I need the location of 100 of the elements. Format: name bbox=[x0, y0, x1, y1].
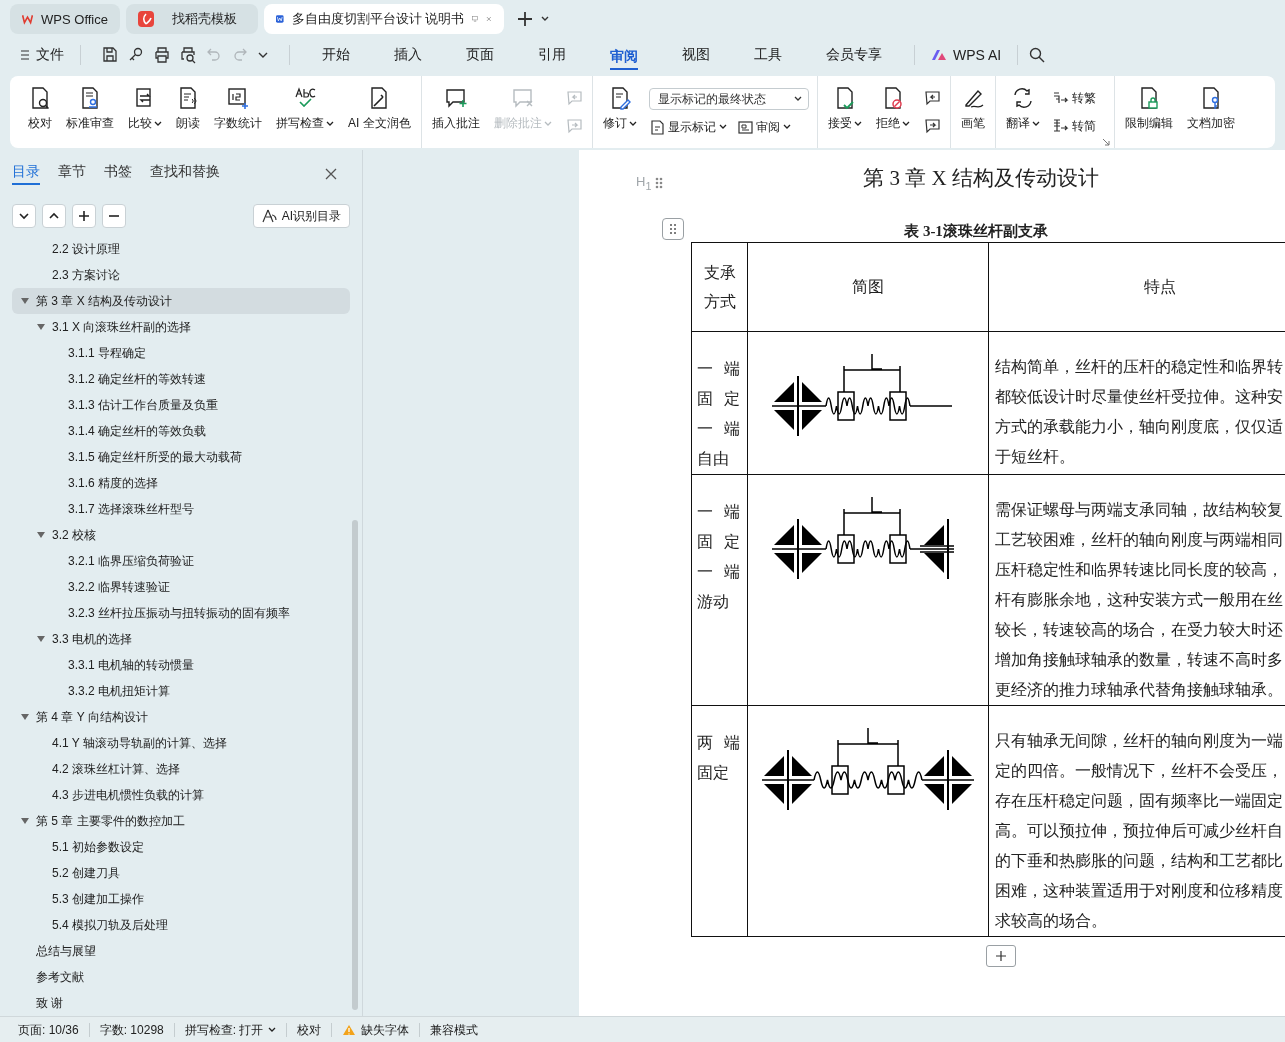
toc-item[interactable]: 3.1.6 精度的选择 bbox=[12, 470, 350, 496]
file-menu[interactable]: 文件 bbox=[14, 46, 70, 64]
toc-item[interactable]: 第 3 章 X 结构及传动设计 bbox=[12, 288, 350, 314]
toc-item[interactable]: 4.1 Y 轴滚动导轨副的计算、选择 bbox=[12, 730, 350, 756]
expanded-triangle-icon[interactable] bbox=[20, 713, 30, 721]
save-icon[interactable] bbox=[101, 46, 119, 64]
ribbon-button[interactable]: 翻译 bbox=[999, 80, 1046, 144]
toc-item[interactable]: 3.1.7 选择滚珠丝杆型号 bbox=[12, 496, 350, 522]
ribbon-button[interactable]: 插入批注 bbox=[425, 80, 486, 144]
ribbon-button[interactable]: 朗读 bbox=[170, 80, 206, 144]
toc-item[interactable]: 3.1.3 估计工作台质量及负重 bbox=[12, 392, 350, 418]
ribbon-button[interactable]: 拼写检查 bbox=[270, 80, 340, 144]
toc-item[interactable]: 3.1.2 确定丝杆的等效转速 bbox=[12, 366, 350, 392]
spell-check-dropdown[interactable]: 拼写检查: 打开 bbox=[174, 1023, 288, 1037]
ribbon-tab[interactable]: 审阅 bbox=[610, 44, 638, 70]
feature-text-line: 困难，这种装置适用于对刚度和位移精度 bbox=[995, 881, 1284, 901]
expanded-triangle-icon[interactable] bbox=[36, 323, 46, 331]
ribbon-tab[interactable]: 页面 bbox=[444, 38, 516, 72]
comment-add-icon bbox=[443, 86, 468, 110]
toc-item[interactable]: 第 4 章 Y 向结构设计 bbox=[12, 704, 350, 730]
toc-item[interactable]: 总结与展望 bbox=[12, 938, 350, 964]
print-icon[interactable] bbox=[153, 46, 171, 64]
ribbon-button[interactable]: 拒绝 bbox=[869, 80, 916, 144]
toc-item[interactable]: 5.4 模拟刀轨及后处理 bbox=[12, 912, 350, 938]
ribbon-tab[interactable]: 开始 bbox=[300, 38, 372, 72]
toc-item[interactable]: 3.2 校核 bbox=[12, 522, 350, 548]
spelling-check-icon bbox=[293, 86, 317, 110]
toc-item[interactable]: 3.3 电机的选择 bbox=[12, 626, 350, 652]
ribbon-button[interactable]: 显示标记 bbox=[648, 118, 727, 136]
expanded-triangle-icon[interactable] bbox=[20, 297, 30, 305]
caret-icon bbox=[268, 1027, 277, 1033]
toc-item[interactable]: 第 5 章 主要零件的数控加工 bbox=[12, 808, 350, 834]
scrollbar-thumb[interactable] bbox=[352, 520, 358, 1010]
ribbon-button[interactable]: 画笔 bbox=[954, 80, 991, 144]
toc-item[interactable]: 3.1.4 确定丝杆的等效负载 bbox=[12, 418, 350, 444]
expanded-triangle-icon[interactable] bbox=[20, 817, 30, 825]
document-tab[interactable]: WPS Office bbox=[10, 4, 120, 34]
toc-item[interactable]: 2.2 设计原理 bbox=[12, 236, 350, 262]
document-tab[interactable]: 找稻壳模板 bbox=[126, 4, 258, 34]
markup-dropdown[interactable]: 显示标记的最终状态 bbox=[648, 88, 809, 111]
toc-item[interactable]: 5.2 创建刀具 bbox=[12, 860, 350, 886]
toc-item[interactable]: 3.1.5 确定丝杆所受的最大动载荷 bbox=[12, 444, 350, 470]
expand-all-button[interactable] bbox=[72, 204, 96, 228]
sidebar-tab[interactable]: 目录 bbox=[12, 163, 40, 185]
chevron-down-icon[interactable] bbox=[540, 15, 550, 23]
status-text: 校对 bbox=[287, 1023, 333, 1037]
sidebar-tab[interactable]: 查找和替换 bbox=[150, 163, 220, 185]
toc-item[interactable]: 3.2.3 丝杆拉压振动与扭转振动的固有频率 bbox=[12, 600, 350, 626]
table-move-handle[interactable] bbox=[662, 218, 684, 240]
collapse-all-button[interactable] bbox=[102, 204, 126, 228]
add-row-button[interactable] bbox=[986, 945, 1016, 967]
ribbon-button[interactable]: 审阅 bbox=[736, 118, 791, 136]
collapse-up-button[interactable] bbox=[42, 204, 66, 228]
ribbon-button[interactable]: 文档加密 bbox=[1180, 80, 1241, 144]
toc-item[interactable]: 4.3 步进电机惯性负载的计算 bbox=[12, 782, 350, 808]
missing-font-button[interactable]: 缺失字体 bbox=[332, 1023, 421, 1037]
ribbon-button[interactable]: 接受 bbox=[821, 80, 868, 144]
ribbon-button[interactable]: AI 全文润色 bbox=[342, 80, 417, 144]
sidebar-tab[interactable]: 书签 bbox=[104, 163, 132, 185]
toc-item[interactable]: 3.2.1 临界压缩负荷验证 bbox=[12, 548, 350, 574]
sidebar-tab[interactable]: 章节 bbox=[58, 163, 86, 185]
ribbon-button[interactable]: 字数统计 bbox=[208, 80, 268, 144]
ai-toc-button[interactable]: AI识别目录 bbox=[252, 204, 350, 228]
toc-item[interactable]: 2.3 方案讨论 bbox=[12, 262, 350, 288]
ribbon-tab[interactable]: 会员专享 bbox=[804, 38, 904, 72]
toc-item[interactable]: 致 谢 bbox=[12, 990, 350, 1016]
ribbon-button[interactable]: 限制编辑 bbox=[1118, 80, 1179, 144]
toc-item[interactable]: 3.3.1 电机轴的转动惯量 bbox=[12, 652, 350, 678]
close-icon[interactable] bbox=[324, 167, 338, 181]
wps-ai-button[interactable]: WPS AI bbox=[925, 47, 1008, 63]
chevron-down-icon[interactable] bbox=[257, 51, 269, 59]
toc-item[interactable]: 参考文献 bbox=[12, 964, 350, 990]
toc-item[interactable]: 3.2.2 临界转速验证 bbox=[12, 574, 350, 600]
toc-item[interactable]: 3.1 X 向滚珠丝杆副的选择 bbox=[12, 314, 350, 340]
collapse-down-button[interactable] bbox=[12, 204, 36, 228]
toc-item[interactable]: 4.2 滚珠丝杠计算、选择 bbox=[12, 756, 350, 782]
new-tab-icon[interactable] bbox=[516, 10, 534, 28]
ribbon-tab[interactable]: 引用 bbox=[516, 38, 588, 72]
support-mode-text: 一 端 bbox=[697, 562, 740, 582]
expanded-triangle-icon[interactable] bbox=[36, 531, 46, 539]
drag-handle-icon[interactable] bbox=[655, 176, 664, 189]
toc-item[interactable]: 5.1 初始参数设定 bbox=[12, 834, 350, 860]
toc-item[interactable]: 3.3.2 电机扭矩计算 bbox=[12, 678, 350, 704]
ribbon-button[interactable]: 校对 bbox=[22, 80, 58, 144]
toc-item[interactable]: 5.3 创建加工操作 bbox=[12, 886, 350, 912]
ribbon-tab[interactable]: 视图 bbox=[660, 38, 732, 72]
ribbon-button[interactable]: 修订 bbox=[596, 80, 643, 144]
ribbon-button[interactable]: 转简 bbox=[1051, 117, 1096, 135]
ribbon-button[interactable]: 比较 bbox=[122, 80, 168, 144]
document-tab[interactable]: 多自由度切割平台设计 说明书 bbox=[264, 4, 504, 34]
ribbon-button[interactable]: 标准审查 bbox=[60, 80, 120, 144]
ribbon-button[interactable]: 转繁 bbox=[1051, 89, 1096, 107]
toc-item[interactable]: 3.1.1 导程确定 bbox=[12, 340, 350, 366]
expanded-triangle-icon[interactable] bbox=[36, 635, 46, 643]
dialog-launcher-icon[interactable] bbox=[1101, 138, 1110, 146]
ribbon-tab[interactable]: 工具 bbox=[732, 38, 804, 72]
print-preview-icon[interactable] bbox=[179, 46, 197, 64]
search-icon[interactable] bbox=[1028, 46, 1047, 64]
ribbon-tab[interactable]: 插入 bbox=[372, 38, 444, 72]
feature-text-line: 高。可以预拉伸，预拉伸后可减少丝杆自 bbox=[995, 821, 1284, 841]
